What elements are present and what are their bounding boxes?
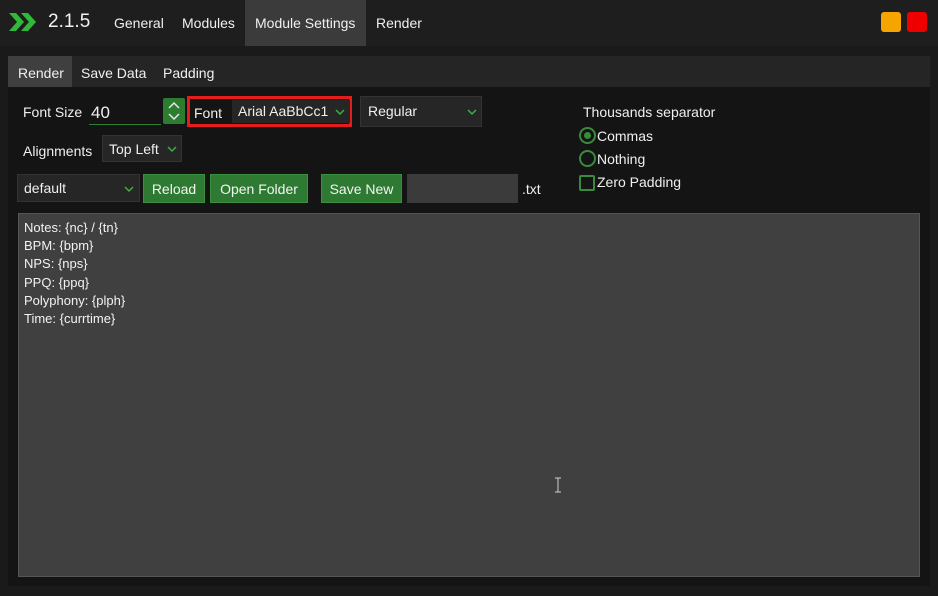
tab-modules[interactable]: Modules [172,0,245,46]
commas-radio[interactable] [579,127,596,144]
close-button[interactable] [907,12,927,32]
filename-input[interactable] [407,174,518,203]
thousands-separator-title: Thousands separator [583,104,716,120]
font-dropdown-value: Arial AaBbCc1 [238,103,329,119]
tab-general[interactable]: General [104,0,174,46]
font-label: Font [194,105,223,121]
chevron-down-icon [467,109,477,116]
template-text-editor[interactable]: Notes: {nc} / {tn} BPM: {bpm} NPS: {nps}… [18,213,920,577]
chevron-down-icon[interactable] [167,112,181,122]
reload-button[interactable]: Reload [143,174,205,203]
subtab-padding[interactable]: Padding [153,56,224,87]
font-size-label: Font Size [23,104,83,120]
template-value: default [24,180,67,196]
editor-line: Polyphony: {plph} [24,292,126,308]
settings-panel: Render Save Data Padding Font Size 40 Fo… [8,56,930,586]
commas-label[interactable]: Commas [597,128,653,144]
alignments-label: Alignments [23,143,93,159]
app-version: 2.1.5 [48,11,91,32]
template-dropdown[interactable]: default [17,174,140,202]
font-selector-highlight: Font Arial AaBbCc1 [187,96,352,127]
editor-line: BPM: {bpm} [24,238,94,254]
file-extension-label: .txt [522,181,541,197]
font-style-dropdown[interactable]: Regular [360,96,482,127]
font-dropdown[interactable]: Arial AaBbCc1 [232,100,350,123]
subtab-save-data[interactable]: Save Data [71,56,156,87]
title-bar: 2.1.5 General Modules Module Settings Re… [0,0,938,46]
alignments-value: Top Left [109,141,159,157]
zero-padding-label[interactable]: Zero Padding [597,174,681,190]
nothing-radio[interactable] [579,150,596,167]
alignments-dropdown[interactable]: Top Left [102,135,182,162]
editor-line: NPS: {nps} [24,256,88,272]
sub-tab-bar: Render Save Data Padding [8,56,930,87]
subtab-render[interactable]: Render [8,56,72,87]
editor-line: Time: {currtime} [24,311,116,327]
double-chevron-right-icon [9,13,36,31]
editor-line: PPQ: {ppq} [24,274,90,290]
font-size-stepper[interactable] [163,98,185,124]
chevron-down-icon [167,146,177,153]
text-cursor-icon [555,477,561,493]
zero-padding-checkbox[interactable] [579,175,595,191]
chevron-down-icon [335,109,345,116]
editor-line: Notes: {nc} / {tn} [24,220,118,235]
nothing-label[interactable]: Nothing [597,151,645,167]
minimize-button[interactable] [881,12,901,32]
chevron-down-icon [124,186,134,193]
open-folder-button[interactable]: Open Folder [210,174,308,203]
font-size-input[interactable]: 40 [89,97,161,125]
font-style-value: Regular [368,103,418,119]
save-new-button[interactable]: Save New [321,174,402,203]
tab-module-settings[interactable]: Module Settings [245,0,366,46]
chevron-up-icon[interactable] [167,100,181,110]
tab-render[interactable]: Render [366,0,432,46]
